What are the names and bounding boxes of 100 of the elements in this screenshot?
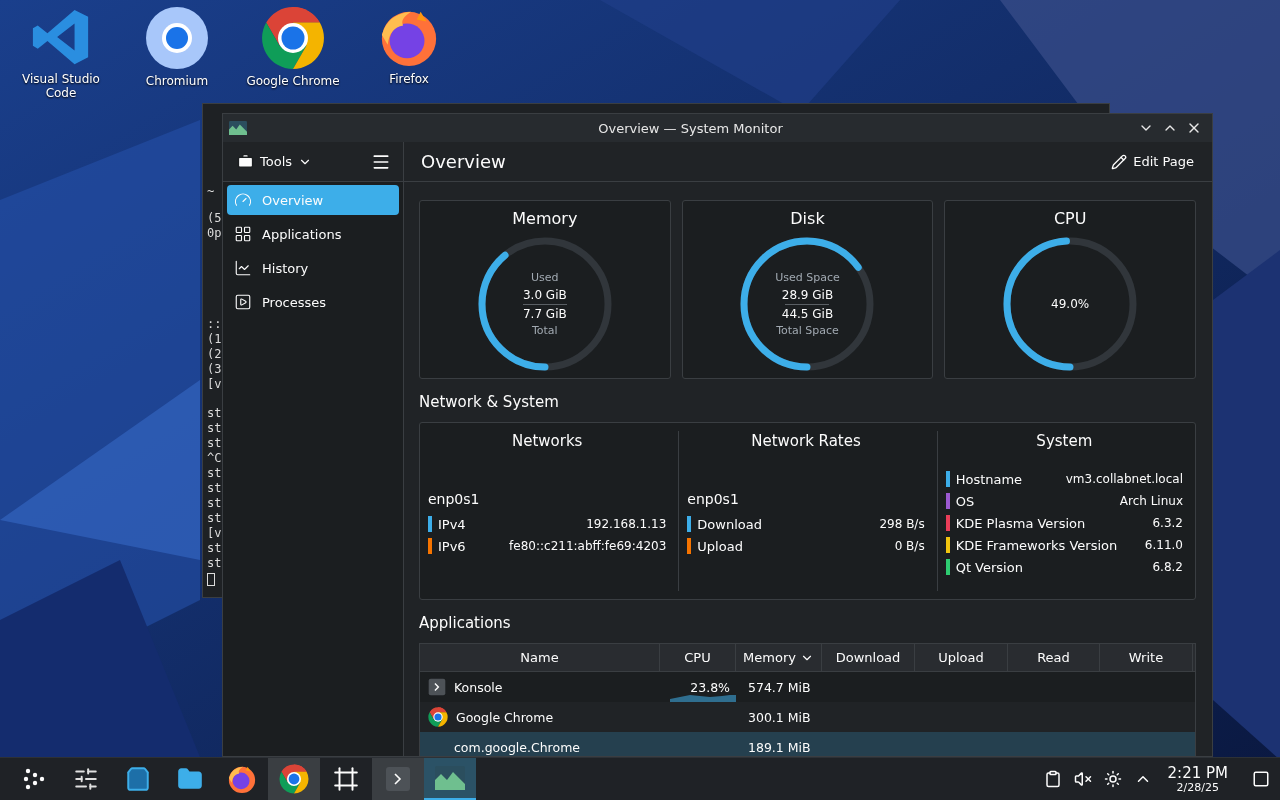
info-label: OS	[955, 493, 976, 509]
terminal-line: st	[207, 406, 222, 421]
shopping-bag-icon[interactable]	[125, 766, 151, 792]
terminal-line: (2	[207, 347, 222, 362]
line-chart-icon	[234, 259, 252, 277]
info-value: 0 B/s	[894, 539, 925, 553]
card-title: Disk	[790, 209, 825, 228]
info-label: Hostname	[955, 471, 1024, 487]
terminal-line: [v	[207, 377, 222, 392]
terminal-icon[interactable]	[385, 766, 411, 792]
info-label: KDE Frameworks Version	[955, 537, 1119, 553]
column-header[interactable]: Read	[1008, 644, 1100, 671]
table-row[interactable]: com.google.Chrome 189.1 MiB	[420, 732, 1195, 756]
terminal-line: ^C	[207, 451, 222, 466]
gauge-icon	[234, 191, 252, 209]
sidebar-item[interactable]: Processes	[227, 287, 399, 317]
memory-value: 574.7 MiB	[748, 679, 811, 695]
folder-icon[interactable]	[177, 766, 203, 792]
terminal-line: (5	[207, 211, 222, 226]
section-heading: Network & System	[419, 393, 560, 411]
gauge-label: Total Space	[776, 322, 839, 339]
info-label: Upload	[697, 538, 744, 554]
clock[interactable]: 2:21 PM 2/28/25	[1167, 764, 1228, 794]
info-label: Download	[697, 516, 763, 532]
desktop-icon-label[interactable]: Google Chrome	[246, 74, 340, 88]
app-name: com.google.Chrome	[454, 739, 580, 755]
card-title: Memory	[512, 209, 578, 228]
desktop-icon-label[interactable]: Visual Studio Code	[9, 72, 113, 100]
terminal-cursor	[207, 573, 215, 586]
column-header[interactable]: Memory	[736, 644, 822, 671]
cpu-value: 23.8%	[690, 679, 730, 695]
terminal-line: ~	[207, 184, 216, 199]
chrome-icon[interactable]	[261, 6, 325, 70]
memory-value: 189.1 MiB	[748, 739, 811, 755]
app-name: Konsole	[454, 679, 503, 695]
muted-speaker-icon[interactable]	[1073, 770, 1092, 788]
edit-page-button[interactable]: Edit Page	[1105, 152, 1200, 171]
cpu-sparkline	[670, 692, 736, 702]
frame-icon[interactable]	[333, 766, 359, 792]
chrome-icon[interactable]	[428, 707, 448, 727]
taskbar-item[interactable]	[268, 758, 320, 800]
app-launcher-icon[interactable]	[22, 767, 46, 791]
info-value: Arch Linux	[1119, 494, 1183, 508]
chromium-icon[interactable]	[145, 6, 209, 70]
terminal-line: st	[207, 496, 222, 511]
briefcase-icon	[237, 153, 254, 170]
table-row[interactable]: Google Chrome 300.1 MiB	[420, 702, 1195, 732]
sidebar-item[interactable]: Applications	[227, 219, 399, 249]
terminal-line: ::	[207, 317, 222, 332]
gauge-value: 3.0 GiB	[522, 286, 567, 304]
firefox-icon[interactable]	[227, 764, 257, 794]
column-header[interactable]: Upload	[915, 644, 1008, 671]
terminal-line: st	[207, 511, 222, 526]
column-header[interactable]: Name	[420, 644, 660, 671]
desktop-icon-label[interactable]: Firefox	[389, 72, 429, 86]
info-label: Qt Version	[955, 559, 1024, 575]
sidebar-item[interactable]: History	[227, 253, 399, 283]
chrome-icon[interactable]	[279, 764, 309, 794]
info-value: 298 B/s	[879, 517, 925, 531]
info-value: fe80::c211:abff:fe69:4203	[509, 539, 667, 553]
column-header[interactable]: Download	[822, 644, 915, 671]
info-value: 6.3.2	[1152, 516, 1183, 530]
info-label: KDE Plasma Version	[955, 515, 1087, 531]
grid-icon	[234, 225, 252, 243]
terminal-line: st	[207, 466, 222, 481]
column-header[interactable]: Write	[1100, 644, 1193, 671]
gauge-value: 28.9 GiB	[781, 286, 834, 304]
column-header[interactable]: CPU	[660, 644, 736, 671]
system-monitor-icon[interactable]	[435, 766, 465, 790]
page-title: Overview	[421, 151, 506, 172]
info-label: IPv6	[438, 538, 467, 554]
desktop-icon-label[interactable]: Chromium	[145, 74, 209, 88]
info-value: 6.11.0	[1144, 538, 1183, 552]
settings-icon[interactable]	[73, 766, 99, 792]
terminal-icon	[428, 678, 446, 696]
clipboard-icon[interactable]	[1043, 770, 1062, 788]
gauge-label: Used	[531, 269, 559, 286]
brightness-icon[interactable]	[1103, 770, 1122, 788]
play-icon	[234, 293, 252, 311]
terminal-line: (3	[207, 362, 222, 377]
interface-name: enp0s1	[687, 491, 740, 507]
tools-menu-button[interactable]: Tools	[237, 153, 313, 170]
window-title: Overview — System Monitor	[597, 120, 784, 136]
system-monitor-icon[interactable]	[229, 120, 247, 136]
gauge-value: 7.7 GiB	[522, 305, 567, 323]
terminal-line: st	[207, 481, 222, 496]
gauge-label: Used Space	[775, 269, 840, 286]
info-label: IPv4	[438, 516, 467, 532]
pencil-icon	[1111, 153, 1128, 170]
show-desktop-icon[interactable]	[1252, 770, 1270, 788]
terminal-line: (1	[207, 332, 222, 347]
info-value: 192.168.1.13	[586, 517, 667, 531]
info-value: vm3.collabnet.local	[1065, 472, 1183, 486]
terminal-line: st	[207, 421, 222, 436]
memory-value: 300.1 MiB	[748, 709, 811, 725]
section-heading: Applications	[419, 614, 512, 632]
info-value: 6.8.2	[1152, 560, 1183, 574]
interface-name: enp0s1	[428, 491, 481, 507]
column-title: Networks	[510, 431, 584, 451]
terminal-line: 0p	[207, 226, 222, 241]
